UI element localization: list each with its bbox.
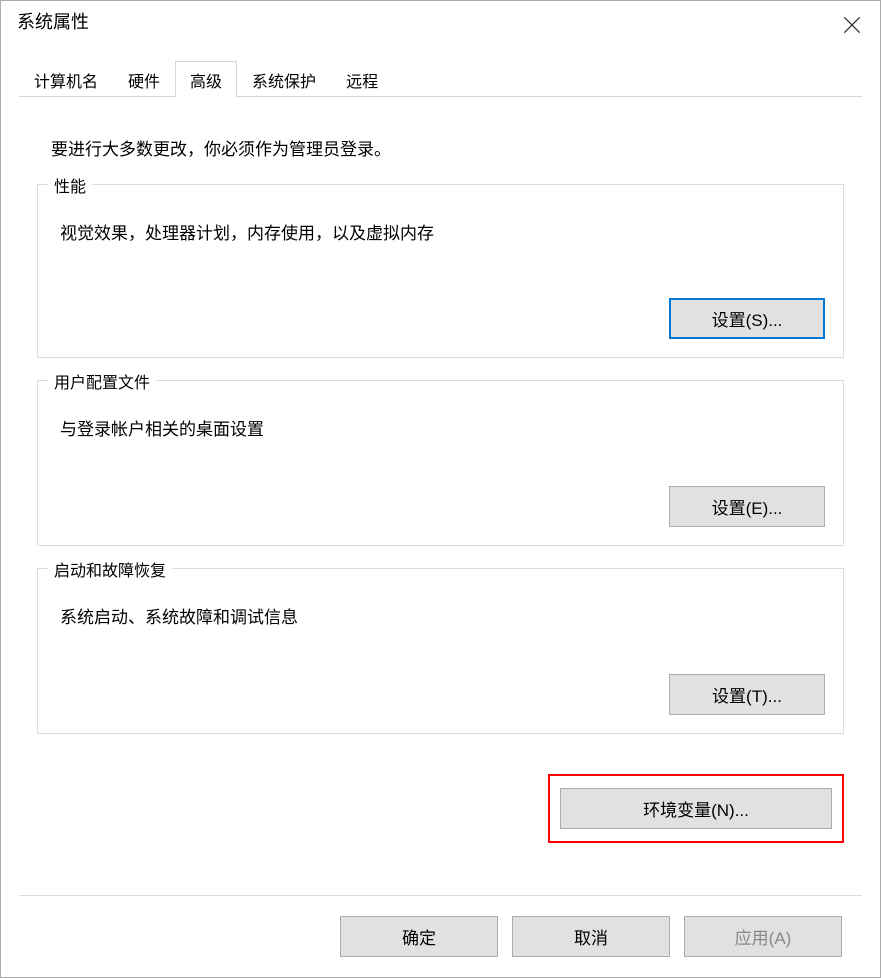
cancel-button[interactable]: 取消 bbox=[512, 916, 670, 957]
ok-button[interactable]: 确定 bbox=[340, 916, 498, 957]
tab-content: 要进行大多数更改，你必须作为管理员登录。 性能 视觉效果，处理器计划，内存使用，… bbox=[1, 97, 880, 895]
group-startup-recovery: 启动和故障恢复 系统启动、系统故障和调试信息 设置(T)... bbox=[37, 568, 844, 734]
group-user-profiles-label: 用户配置文件 bbox=[48, 369, 156, 393]
performance-settings-button[interactable]: 设置(S)... bbox=[669, 298, 825, 339]
environment-variables-row: 环境变量(N)... bbox=[37, 774, 844, 843]
group-user-profiles-button-row: 设置(E)... bbox=[56, 486, 825, 527]
group-performance-button-row: 设置(S)... bbox=[56, 298, 825, 339]
user-profiles-settings-button[interactable]: 设置(E)... bbox=[669, 486, 825, 527]
startup-recovery-settings-button[interactable]: 设置(T)... bbox=[669, 674, 825, 715]
group-performance: 性能 视觉效果，处理器计划，内存使用，以及虚拟内存 设置(S)... bbox=[37, 184, 844, 358]
dialog-footer: 确定 取消 应用(A) bbox=[19, 895, 862, 977]
admin-note: 要进行大多数更改，你必须作为管理员登录。 bbox=[51, 135, 844, 160]
system-properties-window: 系统属性 计算机名 硬件 高级 系统保护 远程 要进行大多数更改，你必须作为管理… bbox=[0, 0, 881, 978]
tab-hardware[interactable]: 硬件 bbox=[113, 61, 175, 97]
environment-variables-button[interactable]: 环境变量(N)... bbox=[560, 788, 832, 829]
close-icon bbox=[843, 16, 861, 34]
group-startup-recovery-label: 启动和故障恢复 bbox=[48, 557, 172, 581]
tab-remote[interactable]: 远程 bbox=[331, 61, 393, 97]
titlebar: 系统属性 bbox=[1, 1, 880, 49]
tabstrip: 计算机名 硬件 高级 系统保护 远程 bbox=[1, 63, 880, 97]
tab-system-protection[interactable]: 系统保护 bbox=[237, 61, 331, 97]
close-button[interactable] bbox=[826, 7, 878, 43]
window-title: 系统属性 bbox=[17, 7, 89, 34]
tab-computer-name[interactable]: 计算机名 bbox=[19, 61, 113, 97]
environment-variables-highlight: 环境变量(N)... bbox=[548, 774, 844, 843]
group-performance-label: 性能 bbox=[48, 173, 92, 197]
group-performance-desc: 视觉效果，处理器计划，内存使用，以及虚拟内存 bbox=[60, 219, 825, 244]
group-startup-recovery-desc: 系统启动、系统故障和调试信息 bbox=[60, 603, 825, 628]
group-user-profiles: 用户配置文件 与登录帐户相关的桌面设置 设置(E)... bbox=[37, 380, 844, 546]
group-user-profiles-desc: 与登录帐户相关的桌面设置 bbox=[60, 415, 825, 440]
tab-advanced[interactable]: 高级 bbox=[175, 61, 237, 98]
group-startup-recovery-button-row: 设置(T)... bbox=[56, 674, 825, 715]
apply-button[interactable]: 应用(A) bbox=[684, 916, 842, 957]
